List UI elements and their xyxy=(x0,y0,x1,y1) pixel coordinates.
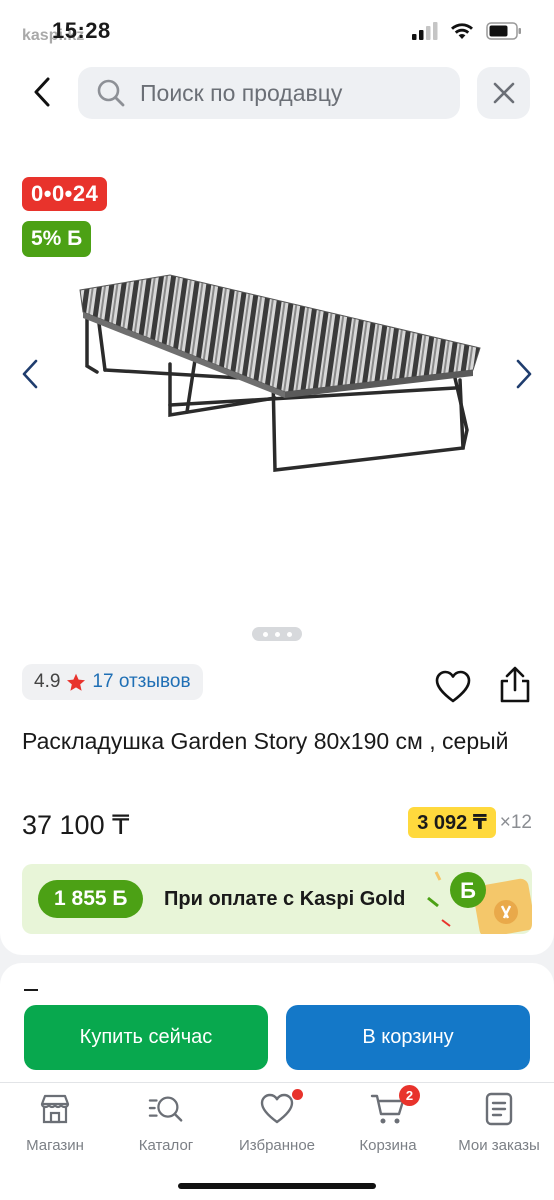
star-icon xyxy=(67,673,86,691)
kaspi-gold-text: При оплате с Kaspi Gold xyxy=(164,888,406,910)
close-icon xyxy=(493,82,514,104)
catalog-search-icon xyxy=(148,1091,184,1127)
tab-cart[interactable]: 2 Корзина xyxy=(333,1085,443,1161)
heart-icon xyxy=(259,1089,303,1127)
tab-label: Каталог xyxy=(138,1137,194,1154)
tab-label: Мои заказы xyxy=(458,1137,540,1154)
status-bar: kaspi.kz 15:28 xyxy=(0,0,554,60)
chevron-left-icon xyxy=(22,359,38,389)
tab-label: Магазин xyxy=(26,1137,84,1154)
home-indicator xyxy=(178,1183,376,1189)
product-price: 37 100 ₸ xyxy=(22,810,130,840)
search-placeholder: Поиск по продавцу xyxy=(140,79,343,106)
svg-text:Б: Б xyxy=(460,878,476,903)
cart-icon: 2 xyxy=(370,1085,420,1127)
installment-months: ×12 xyxy=(499,811,532,833)
timer-badge: 0•0•24 xyxy=(22,177,108,211)
tab-favorites[interactable]: Избранное xyxy=(222,1089,332,1161)
share-icon[interactable] xyxy=(497,666,533,704)
product-title: Раскладушка Garden Story 80x190 см , сер… xyxy=(22,728,509,754)
battery-icon xyxy=(486,22,521,40)
gallery-dot xyxy=(286,631,292,637)
kaspi-gold-bonus: 1 855 Б xyxy=(38,880,144,918)
rating-value: 4.9 xyxy=(34,671,61,692)
chevron-right-icon xyxy=(516,359,532,389)
gallery-dot xyxy=(274,631,280,637)
reviews-link: 17 отзывов xyxy=(92,671,191,692)
heart-icon[interactable] xyxy=(435,670,471,704)
gallery-dot xyxy=(262,631,268,637)
section-stub xyxy=(24,989,38,991)
signal-icon xyxy=(412,22,438,40)
status-icons xyxy=(412,22,522,40)
orders-icon xyxy=(481,1091,517,1127)
add-to-cart-button[interactable]: В корзину xyxy=(286,1005,530,1070)
top-bar: Поиск по продавцу xyxy=(0,60,554,130)
tab-label: Корзина xyxy=(359,1137,417,1154)
tab-orders[interactable]: Мои заказы xyxy=(444,1091,554,1161)
installment-info[interactable]: 3 092 ₸ ×12 xyxy=(408,807,532,838)
store-icon xyxy=(37,1091,73,1127)
tab-catalog[interactable]: Каталог xyxy=(111,1091,221,1161)
buy-now-button[interactable]: Купить сейчас xyxy=(24,1005,268,1070)
chevron-left-icon xyxy=(34,77,50,107)
bonus-badge: 5% Б xyxy=(22,221,92,257)
gallery-pagination xyxy=(252,627,302,641)
tab-label: Избранное xyxy=(238,1137,316,1154)
status-time: 15:28 xyxy=(52,18,111,43)
search-icon xyxy=(97,79,125,107)
gallery-next-button[interactable] xyxy=(508,352,540,396)
wifi-icon xyxy=(451,23,473,39)
gallery-prev-button[interactable] xyxy=(14,352,46,396)
cart-count-badge: 2 xyxy=(399,1085,420,1106)
kaspi-gold-banner[interactable]: 1 855 Б При оплате с Kaspi Gold Б xyxy=(22,864,532,934)
product-image[interactable] xyxy=(75,270,485,490)
product-card: 0•0•24 5% Б 4.9 17 отзывов Раскладушка G… xyxy=(0,130,554,955)
bonus-coin-icon: Б xyxy=(427,871,532,934)
notification-dot xyxy=(292,1089,303,1100)
back-button[interactable] xyxy=(24,72,60,112)
close-button[interactable] xyxy=(477,67,530,119)
installment-amount: 3 092 ₸ xyxy=(408,807,496,838)
search-input[interactable]: Поиск по продавцу xyxy=(78,67,460,119)
tab-store[interactable]: Магазин xyxy=(0,1091,110,1161)
rating-reviews-button[interactable]: 4.9 17 отзывов xyxy=(22,664,203,700)
